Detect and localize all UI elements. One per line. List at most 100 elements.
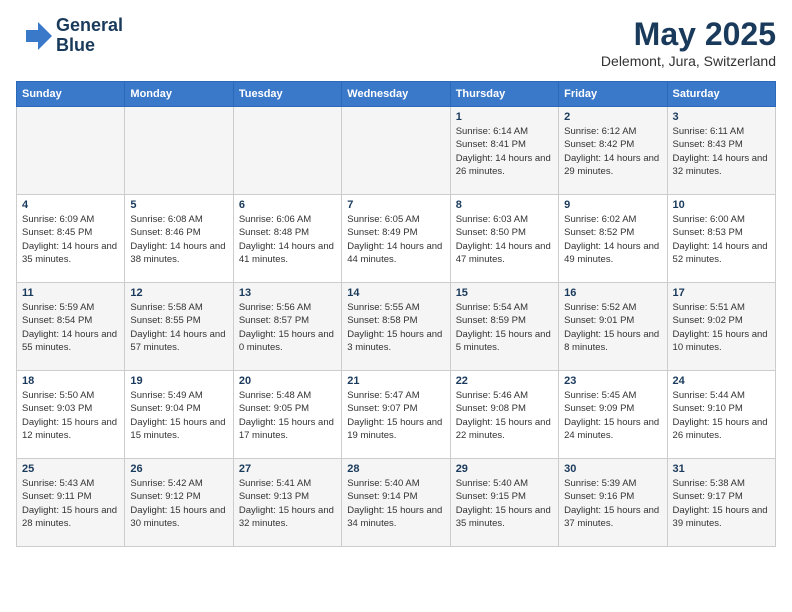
day-info: Sunrise: 5:48 AM Sunset: 9:05 PM Dayligh… <box>239 389 336 442</box>
day-info: Sunrise: 5:58 AM Sunset: 8:55 PM Dayligh… <box>130 301 227 354</box>
calendar-cell: 9Sunrise: 6:02 AM Sunset: 8:52 PM Daylig… <box>559 195 667 283</box>
page-header: General Blue May 2025 Delemont, Jura, Sw… <box>16 16 776 69</box>
day-number: 19 <box>130 375 227 387</box>
calendar-cell: 25Sunrise: 5:43 AM Sunset: 9:11 PM Dayli… <box>17 459 125 547</box>
day-number: 13 <box>239 287 336 299</box>
calendar-cell: 5Sunrise: 6:08 AM Sunset: 8:46 PM Daylig… <box>125 195 233 283</box>
calendar-cell: 30 Sunrise: 5:39 AM Sunset: 9:16 PM Dayli… <box>559 459 667 547</box>
day-number: 16 <box>564 287 661 299</box>
day-number: 18 <box>22 375 119 387</box>
day-info: Sunrise: 5:56 AM Sunset: 8:57 PM Dayligh… <box>239 301 336 354</box>
calendar-cell <box>125 107 233 195</box>
week-row-4: 18Sunrise: 5:50 AM Sunset: 9:03 PM Dayli… <box>17 371 776 459</box>
day-number: 15 <box>456 287 553 299</box>
day-info: Sunrise: 6:11 AM Sunset: 8:43 PM Dayligh… <box>673 125 770 178</box>
calendar-cell: 7 Sunrise: 6:05 AM Sunset: 8:49 PM Daylig… <box>342 195 450 283</box>
week-row-2: 4 Sunrise: 6:09 AM Sunset: 8:45 PM Daylig… <box>17 195 776 283</box>
day-info: Sunrise: 5:38 AM Sunset: 9:17 PM Dayligh… <box>673 477 770 530</box>
day-info: Sunrise: 5:59 AM Sunset: 8:54 PM Dayligh… <box>22 301 119 354</box>
calendar-cell: 10 Sunrise: 6:00 AM Sunset: 8:53 PM Dayli… <box>667 195 775 283</box>
day-number: 14 <box>347 287 444 299</box>
day-number: 28 <box>347 463 444 475</box>
day-number: 17 <box>673 287 770 299</box>
day-info: Sunrise: 5:42 AM Sunset: 9:12 PM Dayligh… <box>130 477 227 530</box>
calendar-cell: 26 Sunrise: 5:42 AM Sunset: 9:12 PM Dayli… <box>125 459 233 547</box>
day-number: 31 <box>673 463 770 475</box>
day-number: 1 <box>456 111 553 123</box>
calendar-header: SundayMondayTuesdayWednesdayThursdayFrid… <box>17 82 776 107</box>
day-info: Sunrise: 5:54 AM Sunset: 8:59 PM Dayligh… <box>456 301 553 354</box>
calendar-cell: 20 Sunrise: 5:48 AM Sunset: 9:05 PM Dayli… <box>233 371 341 459</box>
calendar-cell: 22 Sunrise: 5:46 AM Sunset: 9:08 PM Dayli… <box>450 371 558 459</box>
day-info: Sunrise: 6:14 AM Sunset: 8:41 PM Dayligh… <box>456 125 553 178</box>
logo: General Blue <box>16 16 123 56</box>
day-number: 24 <box>673 375 770 387</box>
calendar-cell: 27Sunrise: 5:41 AM Sunset: 9:13 PM Dayli… <box>233 459 341 547</box>
title-block: May 2025 Delemont, Jura, Switzerland <box>601 16 776 69</box>
day-info: Sunrise: 6:00 AM Sunset: 8:53 PM Dayligh… <box>673 213 770 266</box>
calendar-cell <box>233 107 341 195</box>
day-number: 7 <box>347 199 444 211</box>
day-number: 8 <box>456 199 553 211</box>
day-info: Sunrise: 6:09 AM Sunset: 8:45 PM Dayligh… <box>22 213 119 266</box>
day-number: 29 <box>456 463 553 475</box>
calendar-cell <box>17 107 125 195</box>
day-info: Sunrise: 6:06 AM Sunset: 8:48 PM Dayligh… <box>239 213 336 266</box>
calendar-cell: 17Sunrise: 5:51 AM Sunset: 9:02 PM Dayli… <box>667 283 775 371</box>
calendar-body: 1 Sunrise: 6:14 AM Sunset: 8:41 PM Daylig… <box>17 107 776 547</box>
day-info: Sunrise: 5:46 AM Sunset: 9:08 PM Dayligh… <box>456 389 553 442</box>
header-cell-friday: Friday <box>559 82 667 107</box>
logo-line1: General <box>56 15 123 35</box>
day-number: 10 <box>673 199 770 211</box>
day-info: Sunrise: 5:49 AM Sunset: 9:04 PM Dayligh… <box>130 389 227 442</box>
day-number: 22 <box>456 375 553 387</box>
day-number: 11 <box>22 287 119 299</box>
day-number: 6 <box>239 199 336 211</box>
calendar-cell: 6 Sunrise: 6:06 AM Sunset: 8:48 PM Daylig… <box>233 195 341 283</box>
calendar-cell: 28 Sunrise: 5:40 AM Sunset: 9:14 PM Dayli… <box>342 459 450 547</box>
week-row-5: 25Sunrise: 5:43 AM Sunset: 9:11 PM Dayli… <box>17 459 776 547</box>
calendar-cell: 18Sunrise: 5:50 AM Sunset: 9:03 PM Dayli… <box>17 371 125 459</box>
day-info: Sunrise: 5:39 AM Sunset: 9:16 PM Dayligh… <box>564 477 661 530</box>
header-cell-monday: Monday <box>125 82 233 107</box>
month-title: May 2025 <box>601 16 776 53</box>
day-number: 20 <box>239 375 336 387</box>
day-info: Sunrise: 5:43 AM Sunset: 9:11 PM Dayligh… <box>22 477 119 530</box>
calendar-cell: 23Sunrise: 5:45 AM Sunset: 9:09 PM Dayli… <box>559 371 667 459</box>
calendar-cell: 24Sunrise: 5:44 AM Sunset: 9:10 PM Dayli… <box>667 371 775 459</box>
calendar-cell: 1 Sunrise: 6:14 AM Sunset: 8:41 PM Daylig… <box>450 107 558 195</box>
day-number: 4 <box>22 199 119 211</box>
calendar-cell: 12Sunrise: 5:58 AM Sunset: 8:55 PM Dayli… <box>125 283 233 371</box>
calendar-cell: 31 Sunrise: 5:38 AM Sunset: 9:17 PM Dayli… <box>667 459 775 547</box>
calendar-cell: 2Sunrise: 6:12 AM Sunset: 8:42 PM Daylig… <box>559 107 667 195</box>
header-cell-thursday: Thursday <box>450 82 558 107</box>
calendar-cell <box>342 107 450 195</box>
calendar-cell: 4 Sunrise: 6:09 AM Sunset: 8:45 PM Daylig… <box>17 195 125 283</box>
day-number: 23 <box>564 375 661 387</box>
day-info: Sunrise: 5:40 AM Sunset: 9:14 PM Dayligh… <box>347 477 444 530</box>
logo-text: General Blue <box>56 16 123 56</box>
week-row-3: 11 Sunrise: 5:59 AM Sunset: 8:54 PM Dayli… <box>17 283 776 371</box>
header-cell-wednesday: Wednesday <box>342 82 450 107</box>
logo-line2: Blue <box>56 35 95 55</box>
day-number: 30 <box>564 463 661 475</box>
day-info: Sunrise: 6:05 AM Sunset: 8:49 PM Dayligh… <box>347 213 444 266</box>
day-info: Sunrise: 6:02 AM Sunset: 8:52 PM Dayligh… <box>564 213 661 266</box>
day-number: 21 <box>347 375 444 387</box>
calendar-cell: 16Sunrise: 5:52 AM Sunset: 9:01 PM Dayli… <box>559 283 667 371</box>
calendar-cell: 29 Sunrise: 5:40 AM Sunset: 9:15 PM Dayli… <box>450 459 558 547</box>
header-cell-saturday: Saturday <box>667 82 775 107</box>
day-info: Sunrise: 5:47 AM Sunset: 9:07 PM Dayligh… <box>347 389 444 442</box>
day-info: Sunrise: 5:41 AM Sunset: 9:13 PM Dayligh… <box>239 477 336 530</box>
calendar-cell: 15 Sunrise: 5:54 AM Sunset: 8:59 PM Dayli… <box>450 283 558 371</box>
logo-icon <box>16 18 52 54</box>
day-info: Sunrise: 5:40 AM Sunset: 9:15 PM Dayligh… <box>456 477 553 530</box>
day-number: 3 <box>673 111 770 123</box>
day-number: 5 <box>130 199 227 211</box>
calendar-cell: 13 Sunrise: 5:56 AM Sunset: 8:57 PM Dayli… <box>233 283 341 371</box>
location-subtitle: Delemont, Jura, Switzerland <box>601 53 776 69</box>
day-number: 26 <box>130 463 227 475</box>
day-info: Sunrise: 6:03 AM Sunset: 8:50 PM Dayligh… <box>456 213 553 266</box>
header-cell-sunday: Sunday <box>17 82 125 107</box>
calendar-cell: 21 Sunrise: 5:47 AM Sunset: 9:07 PM Dayli… <box>342 371 450 459</box>
